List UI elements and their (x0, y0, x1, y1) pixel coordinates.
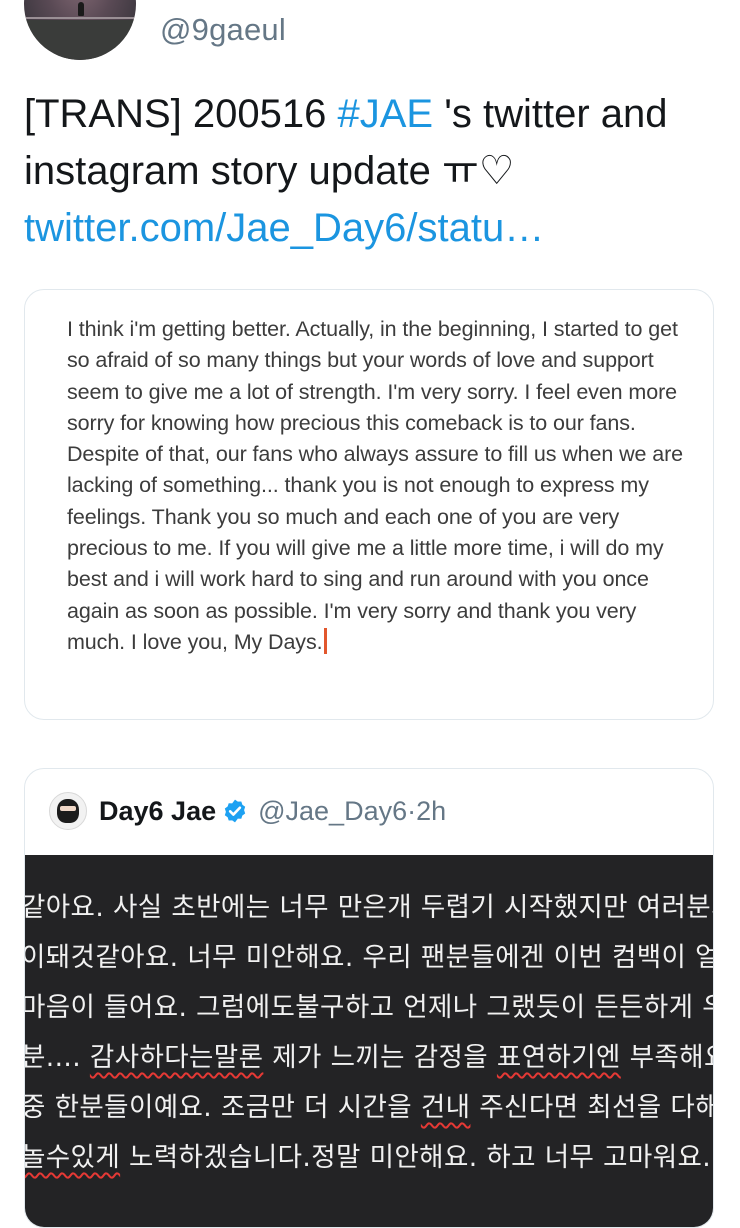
tweet-text: [TRANS] 200516 #JAE 's twitter and insta… (24, 86, 724, 257)
quoted-tweet-card[interactable]: Day6 Jae @Jae_Day6 · 2h 같아요. 사실 초반에는 너무 … (24, 768, 714, 1228)
note-text: I think i'm getting better. Actually, in… (67, 317, 684, 654)
korean-line-1: 같아요. 사실 초반에는 너무 만은개 두렵기 시작했지만 여러분의 (25, 892, 714, 923)
quoted-avatar[interactable] (49, 792, 87, 830)
korean-4e: 부족해요 (629, 1042, 713, 1073)
avatar-eyes (60, 806, 76, 811)
spellcheck-word: 건내 (420, 1092, 471, 1123)
korean-5c: 주신다면 최선을 다해 (470, 1092, 714, 1123)
status-link[interactable]: twitter.com/Jae_Day6/statu… (24, 200, 724, 257)
korean-6b: 노력하겠습니다.정말 미안해요. 하고 너무 고마워요. (120, 1142, 712, 1173)
quoted-author-name[interactable]: Day6 Jae (99, 796, 216, 827)
korean-line-6: 놀수있게 노력하겠습니다.정말 미안해요. 하고 너무 고마워요. (25, 1135, 711, 1174)
avatar-mask (57, 799, 79, 823)
spellcheck-word: 표연하기엔 (496, 1042, 621, 1073)
tweet-text-before: [TRANS] 200516 (24, 92, 338, 136)
avatar-horizon (24, 17, 136, 20)
note-text-container: I think i'm getting better. Actually, in… (67, 314, 687, 658)
meta-separator: · (407, 795, 417, 826)
korean-line-2: 이돼것같아요. 너무 미안해요. 우리 팬분들에겐 이번 컴백이 얼마 (25, 942, 714, 973)
quoted-timestamp[interactable]: 2h (416, 796, 446, 827)
quoted-author-handle[interactable]: @Jae_Day6 (258, 796, 407, 827)
verified-badge-icon (224, 799, 246, 823)
spellcheck-word: 감사하다는말론 (89, 1042, 264, 1073)
quoted-tweet-header: Day6 Jae @Jae_Day6 · 2h (49, 789, 446, 833)
korean-4c: 제가 느끼는 감정을 (263, 1042, 497, 1073)
author-handle[interactable]: @9gaeul (160, 12, 286, 48)
avatar-person (77, 1, 84, 16)
korean-4a: 분.... (25, 1042, 90, 1073)
korean-line-5: 중 한분들이예요. 조금만 더 시간을 건내 주신다면 최선을 다해 (25, 1085, 714, 1124)
author-avatar[interactable] (24, 0, 136, 60)
korean-line-4: 분.... 감사하다는말론 제가 느끼는 감정을 표연하기엔 부족해요 (25, 1035, 713, 1074)
avatar-ground (24, 19, 136, 60)
attached-image-note[interactable]: I think i'm getting better. Actually, in… (24, 289, 714, 720)
quoted-image[interactable]: 같아요. 사실 초반에는 너무 만은개 두렵기 시작했지만 여러분의 이돼것같아… (25, 855, 714, 1227)
hashtag-link[interactable]: #JAE (338, 92, 434, 136)
text-caret (324, 627, 328, 654)
spellcheck-word: 놀수있게 (25, 1142, 121, 1173)
korean-line-3: 마음이 들어요. 그럼에도불구하고 언제나 그랬듯이 든든하게 우리 (25, 992, 714, 1023)
korean-5a: 중 한분들이예요. 조금만 더 시간을 (25, 1092, 421, 1123)
